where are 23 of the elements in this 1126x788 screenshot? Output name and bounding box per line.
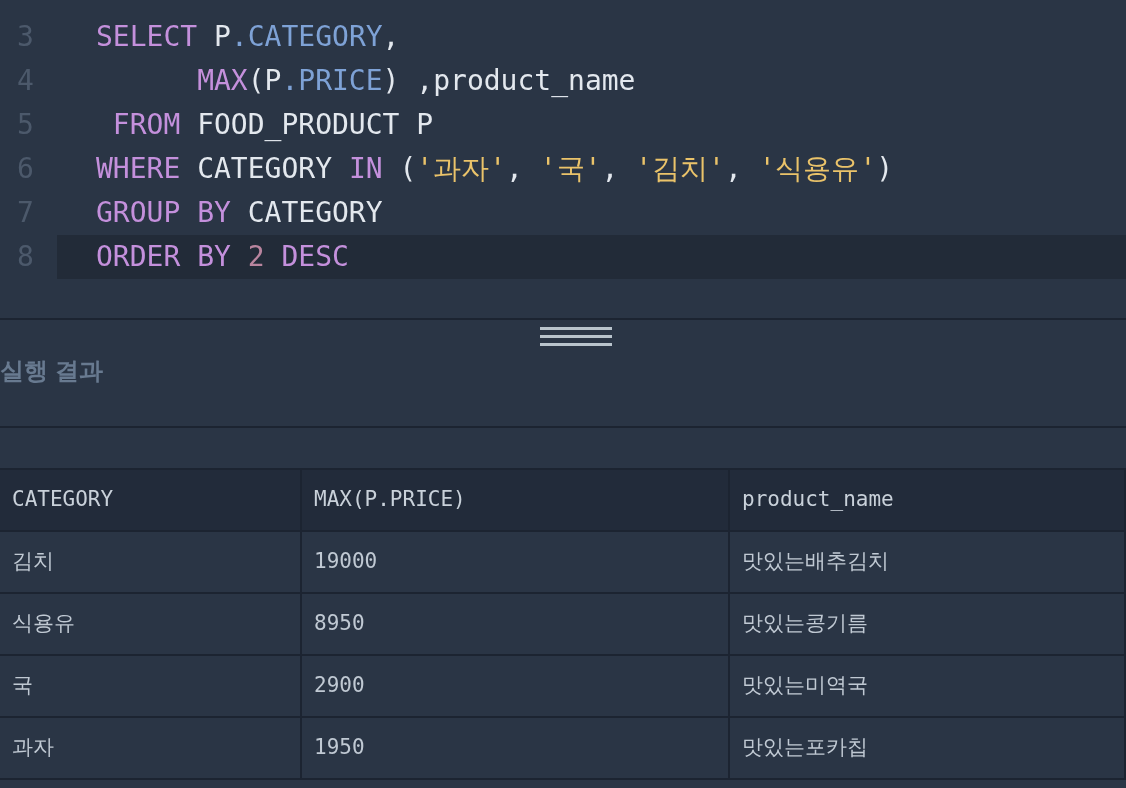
code-text: WHERE CATEGORY IN ('과자', '국', '김치', '식용유') (96, 151, 894, 187)
table-cell-text: 19000 (314, 548, 378, 576)
column-header: MAX(P.PRICE) (314, 486, 466, 514)
table-cell-text: 과자 (12, 734, 54, 762)
table-cell-text: 맛있는배추김치 (742, 548, 889, 576)
table-cell-text: 맛있는콩기름 (742, 610, 868, 638)
drag-handle-icon[interactable] (540, 327, 612, 347)
table-cell-text: 김치 (12, 548, 54, 576)
table-cell-text: 2900 (314, 672, 365, 700)
code-text: ORDER BY 2 DESC (96, 239, 349, 275)
code-text: GROUP BY CATEGORY (96, 195, 383, 231)
code-text: SELECT P.CATEGORY, (96, 19, 400, 55)
code-text: MAX(P.PRICE) ,product_name (196, 63, 636, 99)
column-header: product_name (742, 486, 894, 514)
table-cell-text: 맛있는포카칩 (742, 734, 868, 762)
table-cell-text: 식용유 (12, 610, 75, 638)
results-title: 실행 결과 (0, 356, 103, 386)
column-header: CATEGORY (12, 486, 114, 514)
table-cell-text: 국 (12, 672, 33, 700)
table-cell-text: 1950 (314, 734, 365, 762)
table-cell-text: 8950 (314, 610, 365, 638)
table-cell-text: 맛있는미역국 (742, 672, 868, 700)
code-text: FROM FOOD_PRODUCT P (111, 107, 434, 143)
